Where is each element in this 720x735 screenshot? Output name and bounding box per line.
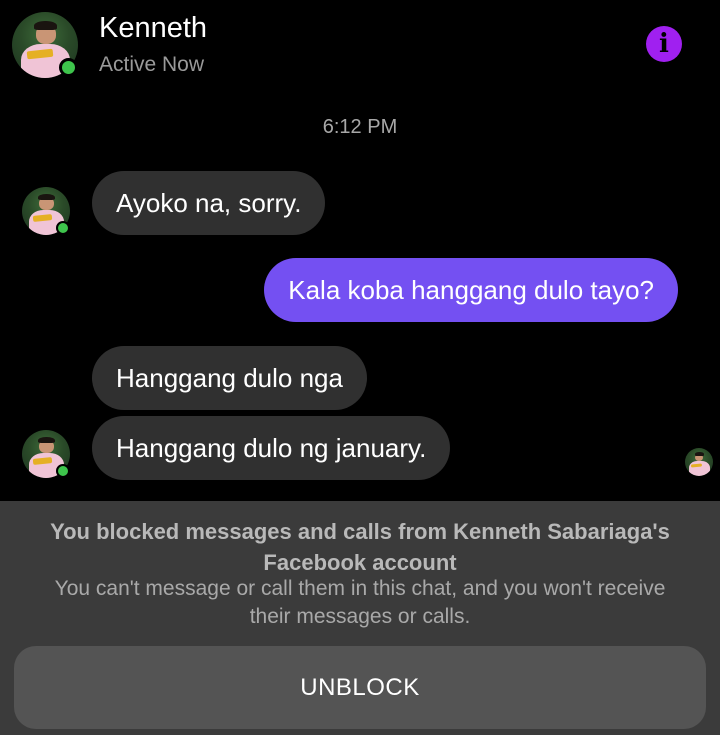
message-bubble-received[interactable]: Hanggang dulo nga	[92, 346, 367, 410]
read-receipt-avatar	[685, 448, 713, 476]
message-bubble-sent[interactable]: Kala koba hanggang dulo tayo?	[264, 258, 678, 322]
blocked-notice-description: You can't message or call them in this c…	[54, 577, 666, 628]
online-status-dot	[56, 221, 70, 235]
contact-status: Active Now	[99, 53, 205, 76]
online-status-dot	[59, 58, 78, 77]
message-timestamp: 6:12 PM	[322, 116, 398, 138]
message-bubble-received[interactable]: Ayoko na, sorry.	[92, 171, 326, 235]
message-bubble-received[interactable]: Hanggang dulo ng january.	[92, 416, 451, 480]
blocked-notice-title: You blocked messages and calls from Kenn…	[50, 519, 670, 575]
info-icon: i	[659, 29, 669, 59]
info-button[interactable]: i	[646, 26, 682, 62]
online-status-dot	[56, 464, 70, 478]
unblock-button[interactable]: UNBLOCK	[14, 646, 706, 729]
contact-name[interactable]: Kenneth	[99, 12, 207, 45]
